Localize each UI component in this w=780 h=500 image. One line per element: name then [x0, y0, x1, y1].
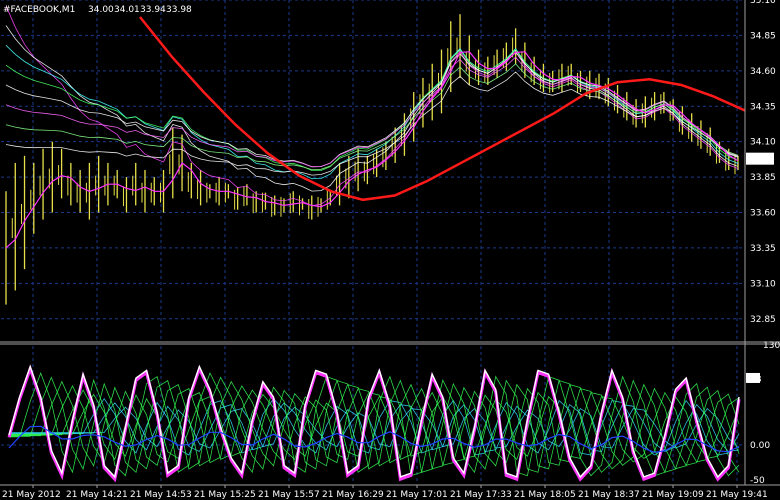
time-tick-label: 21 May 15:25 — [194, 490, 256, 500]
price-tick-label: 33.10 — [750, 279, 776, 289]
price-tick-label: 34.85 — [750, 31, 776, 41]
ohlc-low: 33.94 — [140, 5, 166, 15]
price-tick-label: 34.10 — [750, 138, 776, 148]
price-tick-label: 34.35 — [750, 102, 776, 112]
osc-tick-label: 88 — [750, 375, 762, 385]
time-tick-label: 21 May 2012 — [2, 490, 61, 500]
price-panel: 33.98 — [1, 0, 775, 340]
axes: 35.10 34.85 34.60 34.35 34.10 33.85 33.60 33.35… — [0, 0, 780, 500]
ohlc-high: 34.01 — [114, 5, 140, 15]
ohlc-close: 33.98 — [166, 5, 192, 15]
time-tick-label: 21 May 16:29 — [322, 490, 384, 500]
osc-lagged-line — [9, 389, 740, 463]
ma-fan-line — [5, 51, 739, 168]
time-tick-label: 21 May 18:37 — [578, 490, 640, 500]
price-tick-label: 33.35 — [750, 244, 776, 254]
ma-fan-line — [5, 71, 739, 176]
time-tick-label: 21 May 17:33 — [450, 490, 512, 500]
time-tick-label: 21 May 19:09 — [642, 490, 704, 500]
time-tick-label: 21 May 19:41 — [706, 490, 768, 500]
price-tick-label: 35.10 — [750, 0, 776, 6]
osc-tick-label: -50 — [750, 476, 765, 486]
chart-title: #FACEBOOK,M1 — [3, 5, 75, 15]
price-tick-label: 34.60 — [750, 67, 776, 77]
ma-fan-line — [5, 56, 739, 168]
osc-tick-label: 0.00 — [750, 441, 770, 451]
osc-lagged-line — [9, 384, 740, 466]
price-tick-label: 33.85 — [750, 173, 776, 183]
ohlc-open: 34.00 — [88, 5, 114, 15]
ma-fan-line — [5, 63, 739, 171]
time-tick-label: 21 May 14:53 — [130, 490, 192, 500]
oscillator-panel — [1, 346, 745, 483]
price-tick-label: 33.60 — [750, 209, 776, 219]
time-tick-label: 21 May 18:05 — [514, 490, 576, 500]
time-tick-label: 21 May 15:57 — [258, 490, 320, 500]
time-tick-label: 21 May 14:21 — [66, 490, 128, 500]
time-tick-label: 21 May 17:01 — [386, 490, 448, 500]
price-tick-label: 32.85 — [750, 315, 776, 325]
current-price-label: 33.98 — [749, 155, 775, 165]
osc-tick-label: 130 — [763, 341, 780, 351]
chart-canvas: 33.98 35.10 34.85 34.60 34.35 34.10 33.85 33.6… — [0, 0, 780, 500]
